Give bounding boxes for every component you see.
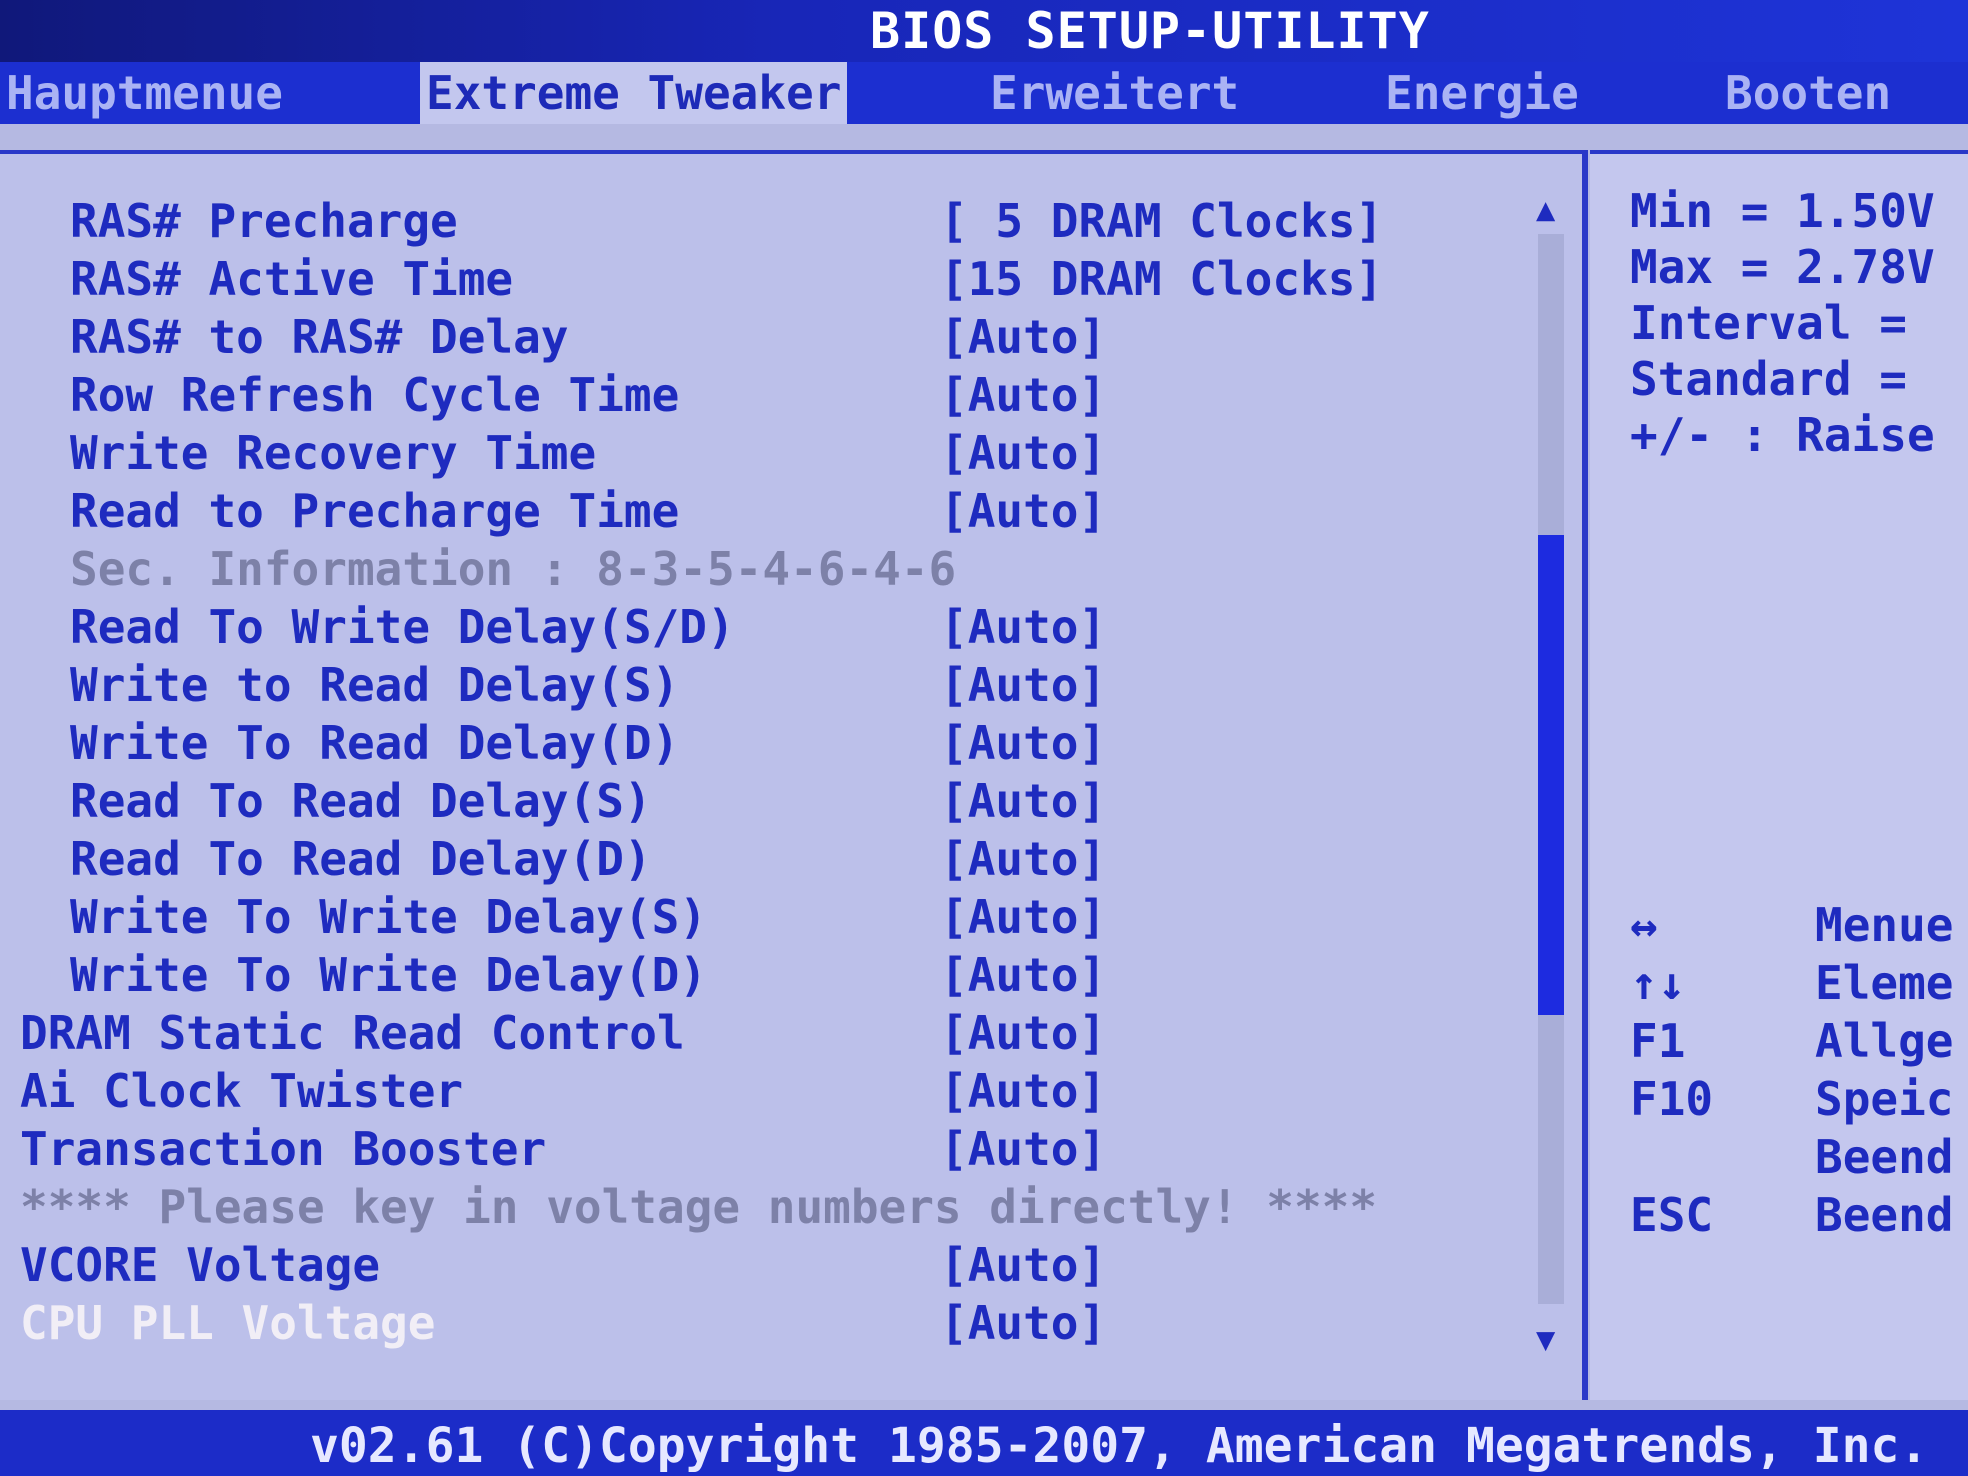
- key-description: Menue: [1815, 898, 1954, 952]
- setting-value[interactable]: [Auto]: [940, 1122, 1106, 1176]
- setting-value[interactable]: [ 5 DRAM Clocks]: [940, 194, 1383, 248]
- tab-erweitert[interactable]: Erweitert: [990, 62, 1239, 124]
- setting-value[interactable]: [Auto]: [940, 774, 1106, 828]
- setting-value[interactable]: [Auto]: [940, 1006, 1106, 1060]
- setting-label: Read To Read Delay(S): [70, 774, 652, 828]
- setting-label: RAS# to RAS# Delay: [70, 310, 569, 364]
- setting-label: DRAM Static Read Control: [20, 1006, 685, 1060]
- help-line: Interval =: [1630, 296, 1907, 350]
- help-line: Standard =: [1630, 352, 1907, 406]
- setting-label: Write To Write Delay(D): [70, 948, 707, 1002]
- setting-value[interactable]: [Auto]: [940, 484, 1106, 538]
- setting-label: RAS# Precharge: [70, 194, 458, 248]
- key-description: Eleme: [1815, 956, 1954, 1010]
- key-f10: F10: [1630, 1072, 1714, 1126]
- setting-value[interactable]: [Auto]: [940, 368, 1106, 422]
- left-right-arrow-icon: ↔: [1630, 898, 1658, 952]
- setting-value[interactable]: [Auto]: [940, 716, 1106, 770]
- setting-label: Row Refresh Cycle Time: [70, 368, 680, 422]
- tab-energie[interactable]: Energie: [1385, 62, 1579, 124]
- setting-value[interactable]: [Auto]: [940, 1064, 1106, 1118]
- setting-value[interactable]: [Auto]: [940, 426, 1106, 480]
- key-description: Beend: [1815, 1188, 1954, 1242]
- scroll-down-arrow-icon[interactable]: ▼: [1536, 1320, 1555, 1358]
- key-description: Speic: [1815, 1072, 1954, 1126]
- setting-value[interactable]: [Auto]: [940, 600, 1106, 654]
- footer-bar: v02.61 (C)Copyright 1985-2007, American …: [0, 1410, 1968, 1476]
- info-label: Sec. Information : 8-3-5-4-6-4-6: [70, 542, 957, 596]
- setting-label: Ai Clock Twister: [20, 1064, 464, 1118]
- scroll-thumb[interactable]: [1538, 535, 1564, 1015]
- setting-label: Read to Precharge Time: [70, 484, 680, 538]
- setting-label: Write To Read Delay(D): [70, 716, 680, 770]
- tab-hauptmenue[interactable]: Hauptmenue: [6, 62, 283, 124]
- tab-extreme-tweaker[interactable]: Extreme Tweaker: [420, 62, 848, 124]
- tab-booten[interactable]: Booten: [1725, 62, 1891, 124]
- setting-value[interactable]: [Auto]: [940, 948, 1106, 1002]
- setting-label: Write To Write Delay(S): [70, 890, 707, 944]
- setting-value[interactable]: [Auto]: [940, 1296, 1106, 1350]
- setting-label: Read To Read Delay(D): [70, 832, 652, 886]
- key-esc: ESC: [1630, 1188, 1714, 1242]
- settings-panel: RAS# Precharge [ 5 DRAM Clocks] RAS# Act…: [0, 150, 1588, 1400]
- setting-label: Write to Read Delay(S): [70, 658, 680, 712]
- setting-label: Write Recovery Time: [70, 426, 597, 480]
- tab-bar: Hauptmenue Extreme Tweaker Erweitert Ene…: [0, 62, 1968, 124]
- setting-label: VCORE Voltage: [20, 1238, 381, 1292]
- setting-value[interactable]: [15 DRAM Clocks]: [940, 252, 1383, 306]
- key-f1: F1: [1630, 1014, 1686, 1068]
- voltage-note-text: **** Please key in voltage numbers direc…: [20, 1180, 1378, 1234]
- key-description: Beend: [1815, 1130, 1954, 1184]
- help-line: Min = 1.50V: [1630, 184, 1935, 238]
- bios-title: BIOS SETUP-UTILITY: [870, 2, 1430, 60]
- help-line: Max = 2.78V: [1630, 240, 1935, 294]
- scrollbar[interactable]: ▲ ▼: [1536, 190, 1566, 1360]
- setting-value[interactable]: [Auto]: [940, 832, 1106, 886]
- key-description: Allge: [1815, 1014, 1954, 1068]
- up-down-arrow-icon: ↑↓: [1630, 956, 1686, 1010]
- setting-label: RAS# Active Time: [70, 252, 514, 306]
- copyright-text: v02.61 (C)Copyright 1985-2007, American …: [310, 1418, 1929, 1474]
- help-line: +/- : Raise: [1630, 408, 1935, 462]
- setting-label: Read To Write Delay(S/D): [70, 600, 735, 654]
- help-panel: Min = 1.50V Max = 2.78V Interval = Stand…: [1590, 150, 1968, 1400]
- setting-label: Transaction Booster: [20, 1122, 547, 1176]
- setting-label: CPU PLL Voltage: [20, 1296, 436, 1350]
- setting-value[interactable]: [Auto]: [940, 1238, 1106, 1292]
- setting-value[interactable]: [Auto]: [940, 890, 1106, 944]
- scroll-up-arrow-icon[interactable]: ▲: [1536, 190, 1555, 228]
- title-bar: BIOS SETUP-UTILITY: [0, 0, 1968, 62]
- setting-value[interactable]: [Auto]: [940, 310, 1106, 364]
- setting-value[interactable]: [Auto]: [940, 658, 1106, 712]
